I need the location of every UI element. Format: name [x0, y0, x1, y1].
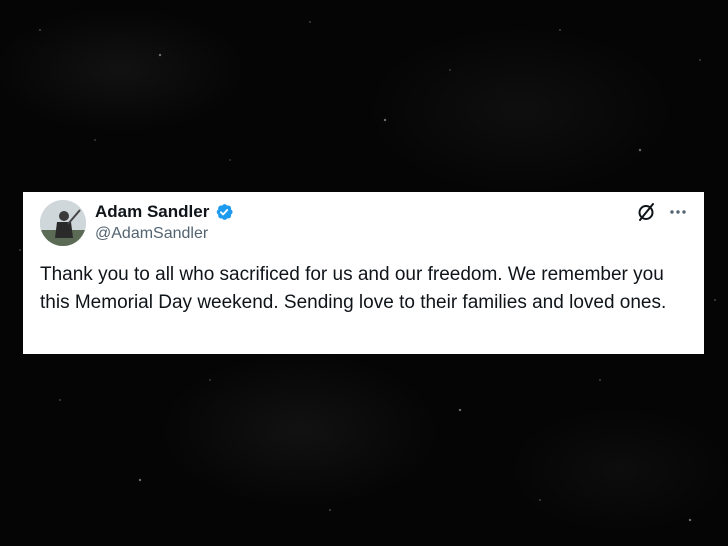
tweet-card[interactable]: Adam Sandler @AdamSandler Thank you to a…	[23, 192, 704, 354]
author-name-row: Adam Sandler	[95, 201, 234, 223]
verified-badge-icon	[214, 202, 234, 222]
avatar[interactable]	[40, 200, 86, 246]
author-handle[interactable]: @AdamSandler	[95, 225, 208, 243]
more-options-icon[interactable]	[667, 201, 689, 223]
grok-icon[interactable]	[635, 201, 657, 223]
author-display-name[interactable]: Adam Sandler	[95, 202, 209, 222]
tweet-text: Thank you to all who sacrificed for us a…	[40, 264, 667, 313]
